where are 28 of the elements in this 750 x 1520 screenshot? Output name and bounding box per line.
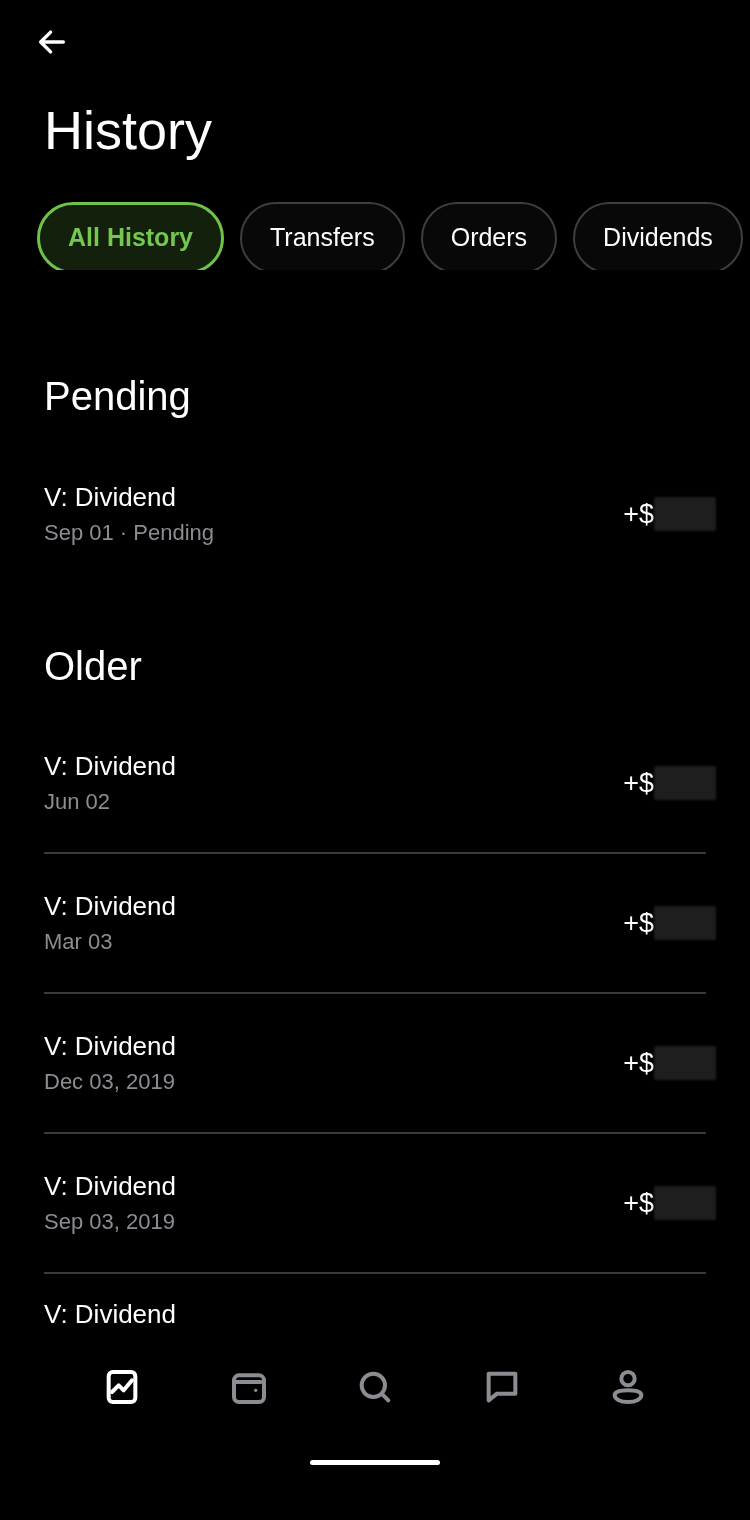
- transaction-date: Sep 03, 2019: [44, 1208, 176, 1237]
- transaction-title: V: Dividend: [44, 1298, 177, 1331]
- transaction-amount: +$: [623, 766, 654, 800]
- filter-tab[interactable]: Dividends: [573, 202, 743, 271]
- blurred-amount: [654, 906, 716, 941]
- section-heading: Older: [43, 643, 143, 691]
- filter-tab[interactable]: All History: [37, 202, 225, 271]
- transaction-title: V: Dividend: [44, 481, 177, 514]
- blurred-amount: [654, 766, 716, 801]
- blurred-amount: [654, 497, 716, 532]
- transaction-date: Mar 03: [44, 928, 114, 957]
- transaction-amount: +$: [623, 1046, 654, 1080]
- page-title: History: [43, 99, 213, 162]
- transaction-date: Sep 01 · Pending: [44, 519, 215, 548]
- transaction-amount: +$: [623, 497, 654, 531]
- transaction-title: V: Dividend: [44, 890, 176, 923]
- transaction-title: V: Dividend: [44, 1170, 176, 1203]
- filter-tab[interactable]: Orders: [420, 202, 558, 271]
- blurred-amount: [654, 1186, 716, 1221]
- transaction-date: Jun 02: [44, 788, 112, 817]
- transaction-date: Dec 03, 2019: [44, 1068, 176, 1097]
- transaction-amount: +$: [623, 1186, 654, 1220]
- transaction-amount: +$: [623, 906, 654, 940]
- section-heading: Pending: [43, 373, 192, 421]
- transaction-title: V: Dividend: [44, 750, 176, 783]
- filter-tab[interactable]: Transfers: [240, 202, 405, 271]
- transaction-title: V: Dividend: [44, 1030, 176, 1063]
- blurred-amount: [654, 1046, 716, 1081]
